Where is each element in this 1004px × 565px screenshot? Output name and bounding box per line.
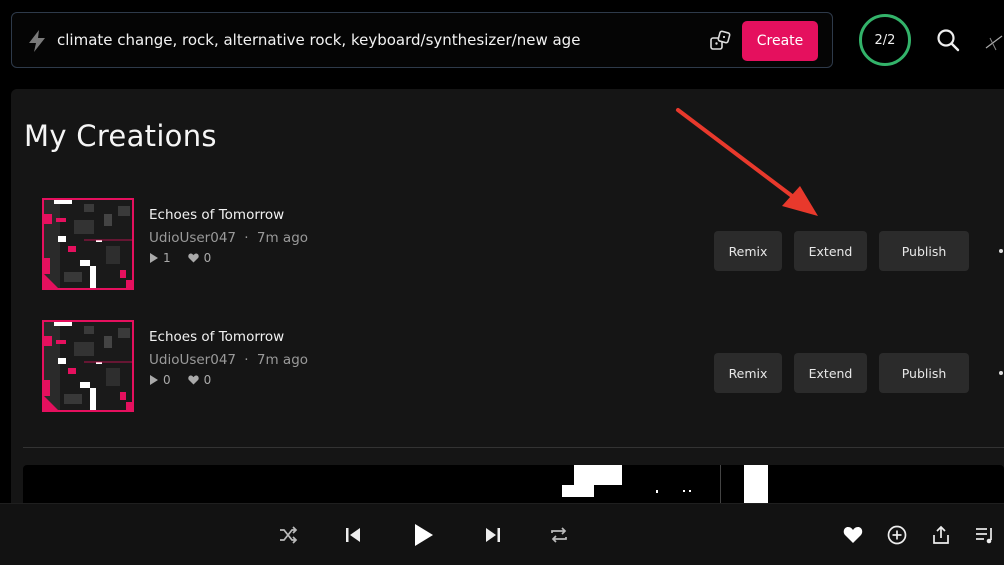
song-age: 7m ago xyxy=(256,352,309,368)
meta-separator: · xyxy=(244,230,249,246)
play-count-icon xyxy=(150,375,158,385)
create-button[interactable]: Create xyxy=(742,21,818,61)
song-author[interactable]: UdioUser047 xyxy=(149,352,236,368)
publish-button[interactable]: Publish xyxy=(879,353,969,393)
remix-button[interactable]: Remix xyxy=(714,231,782,271)
heart-count-icon xyxy=(187,253,199,263)
heart-icon[interactable] xyxy=(842,524,864,546)
shuffle-icon[interactable] xyxy=(277,524,299,546)
song-title[interactable]: Echoes of Tomorrow xyxy=(149,329,284,345)
remix-button[interactable]: Remix xyxy=(714,353,782,393)
song-stats: 0 0 xyxy=(149,373,211,387)
song-age: 7m ago xyxy=(256,230,309,246)
add-circle-icon[interactable] xyxy=(886,524,908,546)
meta-separator: · xyxy=(244,352,249,368)
share-icon[interactable] xyxy=(930,524,952,546)
song-title[interactable]: Echoes of Tomorrow xyxy=(149,207,284,223)
song-stats: 1 0 xyxy=(149,251,211,265)
song-cover-art[interactable] xyxy=(42,198,134,290)
prompt-input[interactable]: climate change, rock, alternative rock, … xyxy=(57,31,580,49)
like-count: 0 xyxy=(203,373,212,387)
play-count: 0 xyxy=(163,373,171,387)
play-icon[interactable] xyxy=(410,522,436,548)
song-cover-art[interactable] xyxy=(42,320,134,412)
more-options-icon[interactable] xyxy=(999,249,1003,253)
avatar[interactable] xyxy=(982,30,1004,54)
prompt-bar[interactable]: climate change, rock, alternative rock, … xyxy=(11,12,833,68)
song-row[interactable]: Echoes of Tomorrow UdioUser047 · 7m ago … xyxy=(11,198,1004,298)
queue-icon[interactable] xyxy=(974,524,996,546)
play-count: 1 xyxy=(163,251,171,265)
skip-forward-icon[interactable] xyxy=(482,524,504,546)
skip-back-icon[interactable] xyxy=(342,524,364,546)
creations-panel: My Creations Echoes of Tomorrow UdioUser… xyxy=(11,89,1004,565)
song-meta: UdioUser047 · 7m ago xyxy=(149,352,308,368)
like-count: 0 xyxy=(203,251,212,265)
lightning-icon xyxy=(29,30,45,52)
more-options-icon[interactable] xyxy=(999,371,1003,375)
song-meta: UdioUser047 · 7m ago xyxy=(149,230,308,246)
page-title: My Creations xyxy=(24,119,217,153)
heart-count-icon xyxy=(187,375,199,385)
extend-button[interactable]: Extend xyxy=(794,231,867,271)
publish-button[interactable]: Publish xyxy=(879,231,969,271)
song-author[interactable]: UdioUser047 xyxy=(149,230,236,246)
search-icon[interactable] xyxy=(935,27,961,53)
repeat-icon[interactable] xyxy=(548,524,570,546)
dice-icon[interactable] xyxy=(709,30,731,52)
player-bar xyxy=(0,503,1004,565)
song-row[interactable]: Echoes of Tomorrow UdioUser047 · 7m ago … xyxy=(11,320,1004,420)
extend-button[interactable]: Extend xyxy=(794,353,867,393)
credits-indicator[interactable]: 2/2 xyxy=(859,14,911,66)
play-count-icon xyxy=(150,253,158,263)
section-divider xyxy=(23,447,1004,448)
